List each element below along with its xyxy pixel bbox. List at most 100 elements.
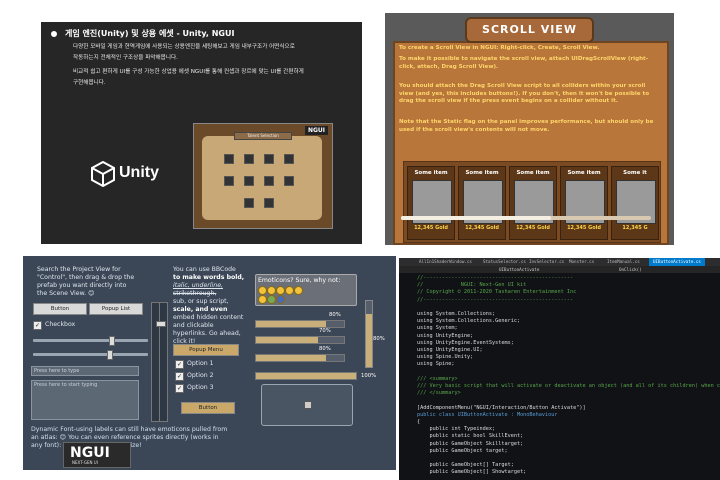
item-card[interactable]: Some item 12,345 Gold bbox=[458, 166, 506, 240]
item-price: 12,345 G bbox=[622, 225, 648, 231]
parchment-map bbox=[202, 136, 322, 220]
progress-fill bbox=[256, 373, 356, 379]
code-line: //--------------------------------------… bbox=[417, 275, 574, 281]
item-price: 12,345 Gold bbox=[465, 225, 499, 231]
progress-label: 100% bbox=[361, 373, 377, 379]
item-card[interactable]: Some item 12,345 Gold bbox=[407, 166, 455, 240]
unity-cube-icon bbox=[91, 161, 115, 187]
code-line: using System; bbox=[417, 325, 458, 332]
text-area[interactable]: Press here to start typing bbox=[31, 380, 139, 420]
skill-node bbox=[244, 176, 254, 186]
thumb-ngui-badge: NGUI bbox=[304, 126, 328, 135]
ngui-logo-sub: NEXT-GEN UI bbox=[72, 460, 98, 465]
progress-fill bbox=[256, 355, 327, 361]
intro-line-2: "Control", then drag & drop the bbox=[37, 274, 135, 281]
drag-handle-icon[interactable] bbox=[304, 401, 312, 409]
bbcode-line: to make words bold, bbox=[173, 274, 245, 281]
item-name: Some item bbox=[567, 170, 601, 176]
bbcode-line: scale, and even bbox=[173, 306, 228, 313]
bbcode-line: italic, underline, bbox=[173, 282, 223, 289]
intro-line-4: the Scene View. 😊 bbox=[37, 290, 95, 297]
checkbox[interactable]: ✓ bbox=[33, 321, 42, 330]
scroll-view-panel: To create a Scroll View in NGUI: Right-c… bbox=[385, 13, 674, 245]
editor-navbar bbox=[399, 266, 720, 273]
drag-region[interactable] bbox=[261, 384, 353, 426]
code-line: /// </summary> bbox=[417, 390, 461, 397]
code-line: using UnityEngine.EventSystems; bbox=[417, 339, 514, 346]
vertical-scrollbar-2[interactable] bbox=[159, 302, 168, 422]
code-line: using System.Collections.Generic; bbox=[417, 318, 521, 325]
option-checkbox-2[interactable]: ✓ bbox=[175, 372, 184, 381]
slide-para-2: 작동하는지 전체적인 구조상을 파악해봅니다. bbox=[73, 55, 178, 61]
thumb-title: Talent Selection bbox=[234, 132, 292, 140]
progress-bar bbox=[255, 320, 345, 328]
scroll-text-4: Note that the Static flag on the panel i… bbox=[399, 119, 654, 133]
bbcode-line: and clickable bbox=[173, 322, 214, 329]
emoticons-title: Emoticons? Sure, why not: bbox=[258, 277, 341, 284]
vertical-progress-fill bbox=[366, 314, 372, 367]
text-input[interactable]: Press here to type bbox=[31, 366, 139, 376]
editor-tab-active[interactable]: UIButtonActivate.cs bbox=[649, 258, 705, 266]
intro-line-3: prefab you want directly into bbox=[37, 282, 127, 289]
item-card[interactable]: Some item 12,345 Gold bbox=[509, 166, 557, 240]
bbcode-line: You can use BBCode bbox=[173, 266, 236, 273]
ngui-widgets-panel: Search the Project View for "Control", t… bbox=[23, 256, 396, 470]
item-price: 12,345 Gold bbox=[567, 225, 601, 231]
slider-1[interactable] bbox=[33, 339, 148, 342]
emoticon-icon bbox=[258, 295, 267, 304]
slide-para-4: 구현해봅니다. bbox=[73, 80, 106, 86]
option-checkbox-3[interactable]: ✓ bbox=[175, 384, 184, 393]
editor-tab[interactable]: StatusSelector.cs bbox=[483, 258, 526, 266]
editor-tab[interactable]: Monster.cs bbox=[569, 258, 594, 266]
progress-bar bbox=[255, 372, 357, 380]
wood-board: To create a Scroll View in NGUI: Right-c… bbox=[393, 41, 669, 245]
progress-bar bbox=[255, 354, 345, 362]
editor-tab[interactable]: InvSelector.cs bbox=[529, 258, 564, 266]
slide-panel: 게임 엔진(Unity) 및 상용 에셋 - Unity, NGUI 다양한 모… bbox=[41, 22, 362, 244]
slide-heading: 게임 엔진(Unity) 및 상용 에셋 - Unity, NGUI bbox=[51, 28, 234, 39]
scroll-text-2: To make it possible to navigate the scro… bbox=[399, 56, 649, 70]
slider-1-knob[interactable] bbox=[109, 336, 115, 346]
bullet-icon bbox=[51, 30, 57, 37]
option-label-3: Option 3 bbox=[187, 384, 214, 391]
skill-node bbox=[244, 198, 254, 208]
code-line: using Spine.Unity; bbox=[417, 354, 474, 361]
emoticon-icon bbox=[285, 286, 294, 295]
code-line: public static bool SkillEvent; bbox=[417, 433, 524, 440]
code-line: // Copyright © 2011-2020 Tasharen Entert… bbox=[417, 289, 577, 296]
option-label-2: Option 2 bbox=[187, 372, 214, 379]
slider-2-knob[interactable] bbox=[107, 350, 113, 360]
option-checkbox-1[interactable]: ✓ bbox=[175, 360, 184, 369]
code-line: /// <summary> bbox=[417, 375, 458, 382]
editor-tab[interactable]: AllIn1ShaderWindow.cs bbox=[419, 258, 472, 266]
item-card[interactable]: Some item 12,345 Gold bbox=[560, 166, 608, 240]
progress-label: 80% bbox=[329, 312, 341, 318]
editor-tab[interactable]: ItemManual.cs bbox=[607, 258, 640, 266]
code-line: public GameObject Skilltarget; bbox=[417, 440, 524, 447]
bbcode-line: hyperlinks. Go ahead, bbox=[173, 330, 241, 337]
vertical-slider-knob[interactable] bbox=[156, 321, 166, 327]
nav-class-dropdown[interactable]: UIButtonActivate bbox=[499, 266, 539, 273]
ngui-logo-text: NGUI bbox=[70, 445, 110, 461]
bottom-button[interactable]: Button bbox=[181, 402, 235, 414]
slider-2[interactable] bbox=[33, 353, 148, 356]
emoticon-icon bbox=[267, 295, 276, 304]
code-line: public class UIButtonActivate : MonoBeha… bbox=[417, 411, 558, 418]
intro-line-1: Search the Project View for bbox=[37, 266, 121, 273]
option-label-1: Option 1 bbox=[187, 360, 214, 367]
popup-list[interactable]: Popup List bbox=[89, 303, 143, 315]
nav-method-dropdown[interactable]: OnClick() bbox=[619, 266, 642, 273]
slide-para-1: 다양한 모바일 게임과 현역게임에 사용되는 상용엔진을 세팅해보고 게임 내부… bbox=[73, 44, 295, 50]
slide-para-3: 비교적 쉽고 편하게 UI를 구성 가능한 상업용 에셋 NGUI를 통해 컨셉… bbox=[73, 69, 304, 75]
code-line: { bbox=[417, 419, 421, 425]
code-editor: AllIn1ShaderWindow.cs StatusSelector.cs … bbox=[399, 258, 720, 480]
item-card[interactable]: Some it 12,345 G bbox=[611, 166, 659, 240]
scrollbar-thumb[interactable] bbox=[401, 216, 551, 220]
scroll-items-area[interactable]: Some item 12,345 Gold Some item 12,345 Gol… bbox=[403, 161, 661, 243]
item-price: 12,345 Gold bbox=[516, 225, 550, 231]
code-line: using UnityEngine.UI; bbox=[417, 347, 483, 353]
skill-node bbox=[264, 154, 274, 164]
popup-menu[interactable]: Popup Menu bbox=[173, 344, 239, 356]
code-line: using UnityEngine; bbox=[417, 332, 474, 339]
button-widget[interactable]: Button bbox=[33, 303, 87, 315]
